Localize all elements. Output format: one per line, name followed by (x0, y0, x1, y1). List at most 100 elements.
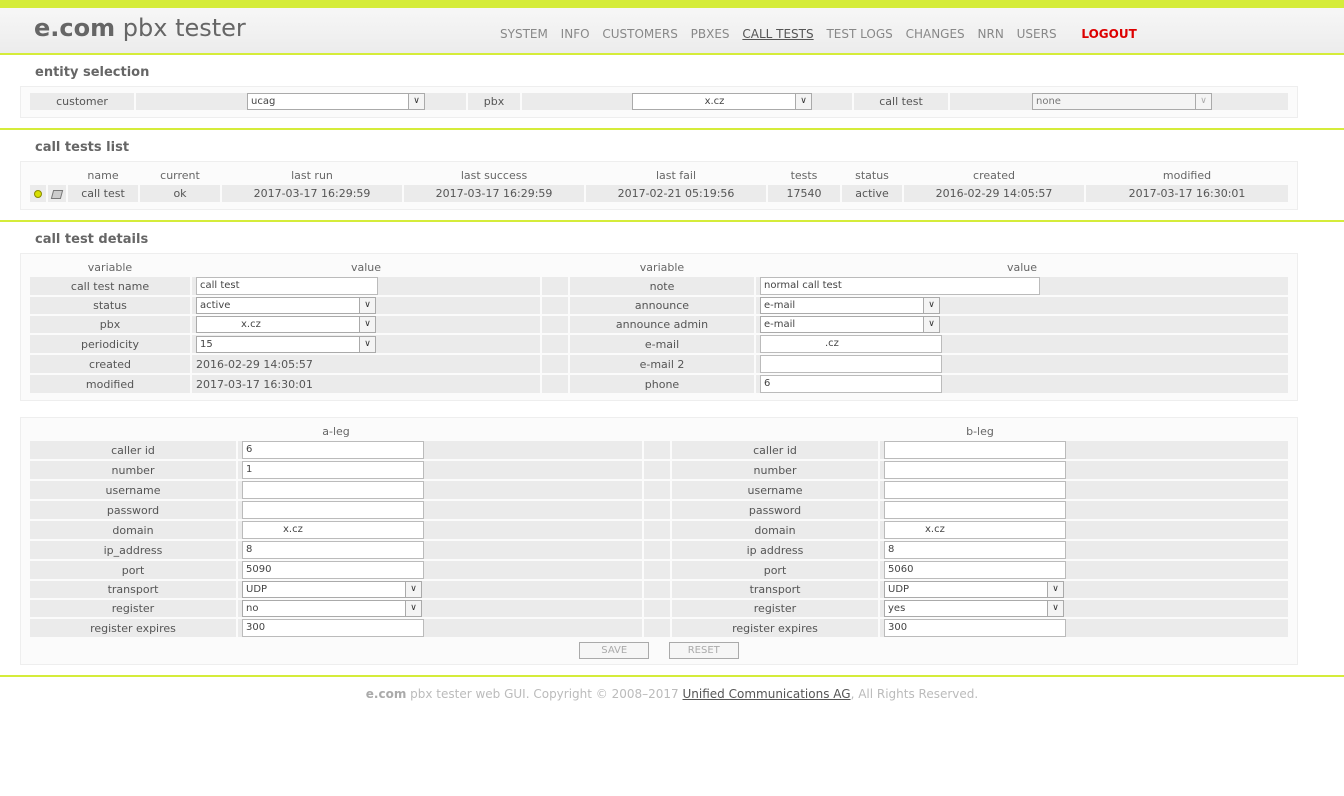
phone-input[interactable]: 6 (760, 375, 942, 393)
cell-status: active (842, 185, 902, 202)
col-last-success: last success (460, 169, 528, 182)
col-last-fail: last fail (655, 169, 697, 182)
b-port-input[interactable]: 5060 (884, 561, 1066, 579)
email2-label: e-mail 2 (570, 355, 754, 373)
b-domain-input[interactable]: x.cz (884, 521, 1066, 539)
nav-system[interactable]: SYSTEM (500, 27, 548, 41)
call-test-name-input[interactable]: call test (196, 277, 378, 295)
b-leg-title: b-leg (966, 425, 994, 438)
b-ip-address-input[interactable]: 8 (884, 541, 1066, 559)
b-register-expires-input[interactable]: 300 (884, 619, 1066, 637)
a-username-input[interactable] (242, 481, 424, 499)
nav-call-tests[interactable]: CALL TESTS (742, 27, 813, 41)
call-tests-list-title: call tests list (35, 140, 130, 155)
b-transport-select[interactable]: UDP ∨ (884, 581, 1064, 598)
chevron-down-icon: ∨ (923, 298, 939, 313)
a-password-input[interactable] (242, 501, 424, 519)
entity-selection-panel: customer ucag ∨ pbx x.cz ∨ call test non… (20, 86, 1298, 118)
periodicity-select[interactable]: 15 ∨ (196, 335, 376, 353)
col-tests: tests (790, 169, 818, 182)
customer-select[interactable]: ucag ∨ (247, 93, 425, 110)
app-logo: e.com pbx tester (34, 14, 246, 42)
nav-pbxes[interactable]: PBXES (691, 27, 730, 41)
b-ip-address-label: ip address (672, 541, 878, 559)
nav-users[interactable]: USERS (1017, 27, 1057, 41)
b-username-input[interactable] (884, 481, 1066, 499)
pbx-select[interactable]: x.cz ∨ (632, 93, 812, 110)
chevron-down-icon: ∨ (359, 298, 375, 313)
b-caller-id-input[interactable] (884, 441, 1066, 459)
logo-text: pbx tester (122, 14, 246, 42)
nav-customers[interactable]: CUSTOMERS (602, 27, 677, 41)
edit-icon[interactable] (50, 189, 64, 199)
save-button[interactable]: SAVE (579, 642, 650, 659)
email-input[interactable]: .cz (760, 335, 942, 353)
a-register-expires-input[interactable]: 300 (242, 619, 424, 637)
b-port-label: port (672, 561, 878, 579)
col-variable-right: variable (639, 261, 685, 274)
status-label: status (30, 297, 190, 314)
a-register-label: register (30, 600, 236, 617)
email-label: e-mail (570, 335, 754, 353)
announce-select[interactable]: e-mail ∨ (760, 297, 940, 314)
footer-rights: , All Rights Reserved. (850, 687, 979, 701)
note-input[interactable]: normal call test (760, 277, 1040, 295)
col-last-run: last run (291, 169, 333, 182)
footer: e.com pbx tester web GUI. Copyright © 20… (0, 687, 1344, 701)
a-number-input[interactable]: 1 (242, 461, 424, 479)
created-label: created (30, 355, 190, 373)
periodicity-label: periodicity (30, 335, 190, 353)
legs-panel: a-leg b-leg caller id 6 caller id number… (20, 417, 1298, 665)
nav-changes[interactable]: CHANGES (906, 27, 965, 41)
cell-tests: 17540 (768, 185, 840, 202)
status-select[interactable]: active ∨ (196, 297, 376, 314)
form-actions: SAVE RESET (28, 642, 1290, 659)
top-accent-bar (0, 0, 1344, 8)
a-port-input[interactable]: 5090 (242, 561, 424, 579)
modified-value: 2017-03-17 16:30:01 (192, 375, 540, 393)
created-value: 2016-02-29 14:05:57 (192, 355, 540, 373)
pbx-label: pbx (468, 93, 520, 110)
main-nav: SYSTEM INFO CUSTOMERS PBXES CALL TESTS T… (500, 27, 1146, 41)
logout-link[interactable]: LOGOUT (1081, 27, 1136, 41)
b-username-label: username (672, 481, 878, 499)
chevron-down-icon: ∨ (795, 94, 811, 109)
nav-info[interactable]: INFO (561, 27, 590, 41)
announce-admin-label: announce admin (570, 316, 754, 333)
pbx-select[interactable]: x.cz ∨ (196, 316, 376, 333)
a-register-select[interactable]: no ∨ (242, 600, 422, 617)
col-current: current (160, 169, 200, 182)
col-name: name (87, 169, 119, 182)
b-number-label: number (672, 461, 878, 479)
announce-admin-select[interactable]: e-mail ∨ (760, 316, 940, 333)
b-password-input[interactable] (884, 501, 1066, 519)
call-test-select[interactable]: none ∨ (1032, 93, 1212, 110)
b-register-select[interactable]: yes ∨ (884, 600, 1064, 617)
a-domain-input[interactable]: x.cz (242, 521, 424, 539)
b-number-input[interactable] (884, 461, 1066, 479)
chevron-down-icon: ∨ (1047, 582, 1063, 597)
reset-button[interactable]: RESET (668, 642, 739, 659)
a-caller-id-input[interactable]: 6 (242, 441, 424, 459)
chevron-down-icon: ∨ (923, 317, 939, 332)
cell-last-success: 2017-03-17 16:29:59 (404, 185, 584, 202)
logo-brand: e.com (34, 14, 116, 42)
a-register-expires-label: register expires (30, 619, 236, 637)
section-separator (0, 128, 1344, 130)
nav-test-logs[interactable]: TEST LOGS (826, 27, 892, 41)
a-ip-address-label: ip_address (30, 541, 236, 559)
nav-nrn[interactable]: NRN (978, 27, 1004, 41)
cell-last-run: 2017-03-17 16:29:59 (222, 185, 402, 202)
footer-company-link[interactable]: Unified Communications AG (683, 687, 851, 701)
a-ip-address-input[interactable]: 8 (242, 541, 424, 559)
a-password-label: password (30, 501, 236, 519)
call-test-details-title: call test details (35, 232, 149, 247)
table-row[interactable]: call test ok 2017-03-17 16:29:59 2017-03… (30, 185, 1288, 202)
pbx-label: pbx (30, 316, 190, 333)
email2-input[interactable] (760, 355, 942, 373)
a-transport-select[interactable]: UDP ∨ (242, 581, 422, 598)
call-test-details-panel: variable value variable value call test … (20, 253, 1298, 401)
call-tests-list-panel: name current last run last success last … (20, 161, 1298, 210)
bulb-icon[interactable] (34, 190, 42, 198)
a-domain-label: domain (30, 521, 236, 539)
